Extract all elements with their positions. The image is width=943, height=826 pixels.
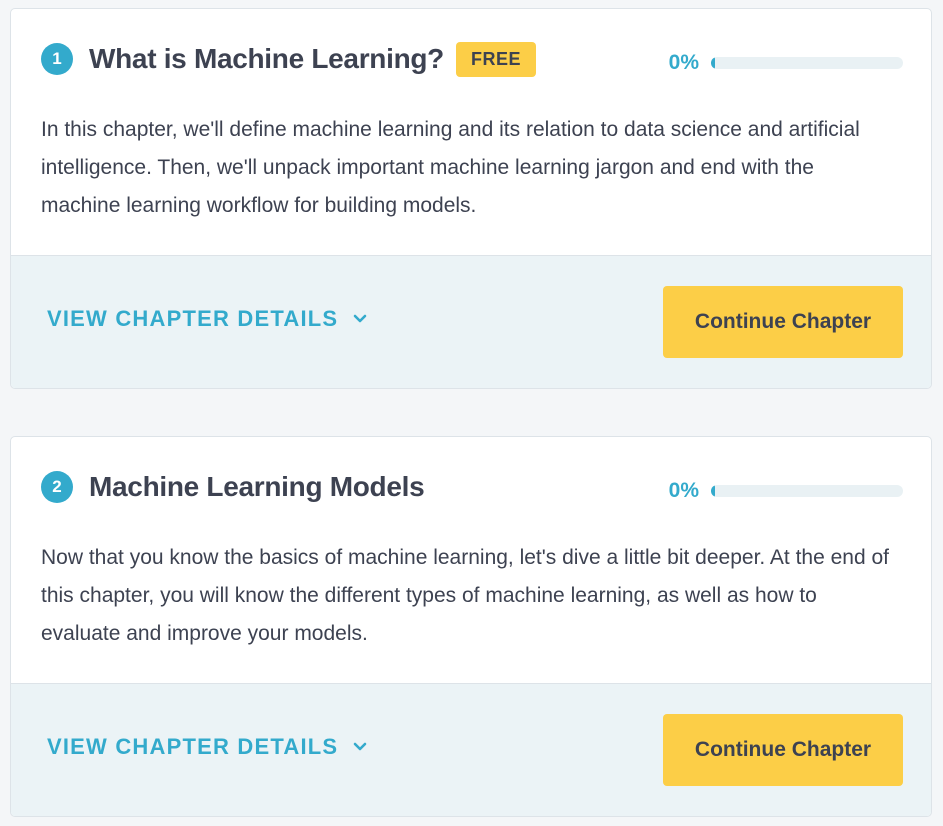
continue-chapter-button[interactable]: Continue Chapter (663, 286, 903, 358)
continue-chapter-button[interactable]: Continue Chapter (663, 714, 903, 786)
chapter-list: 1 What is Machine Learning? FREE 0% In t… (0, 0, 943, 826)
chapter-number-badge: 1 (41, 43, 73, 75)
chapter-progress: 0% (669, 479, 903, 503)
progress-percentage: 0% (668, 51, 699, 74)
chapter-description: Now that you know the basics of machine … (41, 546, 890, 645)
chapter-card-body: 2 Machine Learning Models 0% Now that yo… (11, 437, 931, 684)
chapter-card-2: 2 Machine Learning Models 0% Now that yo… (10, 436, 932, 817)
view-chapter-details-link[interactable]: VIEW CHAPTER DETAILS (47, 734, 368, 760)
view-chapter-details-link[interactable]: VIEW CHAPTER DETAILS (47, 306, 368, 332)
view-chapter-details-label: VIEW CHAPTER DETAILS (47, 734, 339, 759)
chapter-title: Machine Learning Models (89, 471, 425, 502)
chevron-down-icon (353, 314, 367, 323)
chapter-header: 1 What is Machine Learning? FREE (41, 39, 536, 79)
chapter-card-body: 1 What is Machine Learning? FREE 0% In t… (11, 9, 931, 256)
progress-bar-fill (711, 57, 715, 69)
chapter-progress: 0% (669, 51, 903, 75)
chevron-down-icon (353, 742, 367, 751)
view-chapter-details-label: VIEW CHAPTER DETAILS (47, 306, 339, 331)
chapter-card-1: 1 What is Machine Learning? FREE 0% In t… (10, 8, 932, 389)
chapter-title: What is Machine Learning? (89, 43, 444, 74)
free-badge: FREE (455, 41, 536, 77)
chapter-header: 2 Machine Learning Models (41, 467, 425, 507)
chapter-description: In this chapter, we'll define machine le… (41, 118, 860, 217)
progress-bar-track (711, 485, 903, 497)
chapter-card-footer: VIEW CHAPTER DETAILS Continue Chapter (11, 683, 931, 816)
progress-bar-track (711, 57, 903, 69)
chapter-card-footer: VIEW CHAPTER DETAILS Continue Chapter (11, 255, 931, 388)
progress-bar-fill (711, 485, 715, 497)
chapter-number-badge: 2 (41, 471, 73, 503)
progress-percentage: 0% (668, 479, 699, 502)
